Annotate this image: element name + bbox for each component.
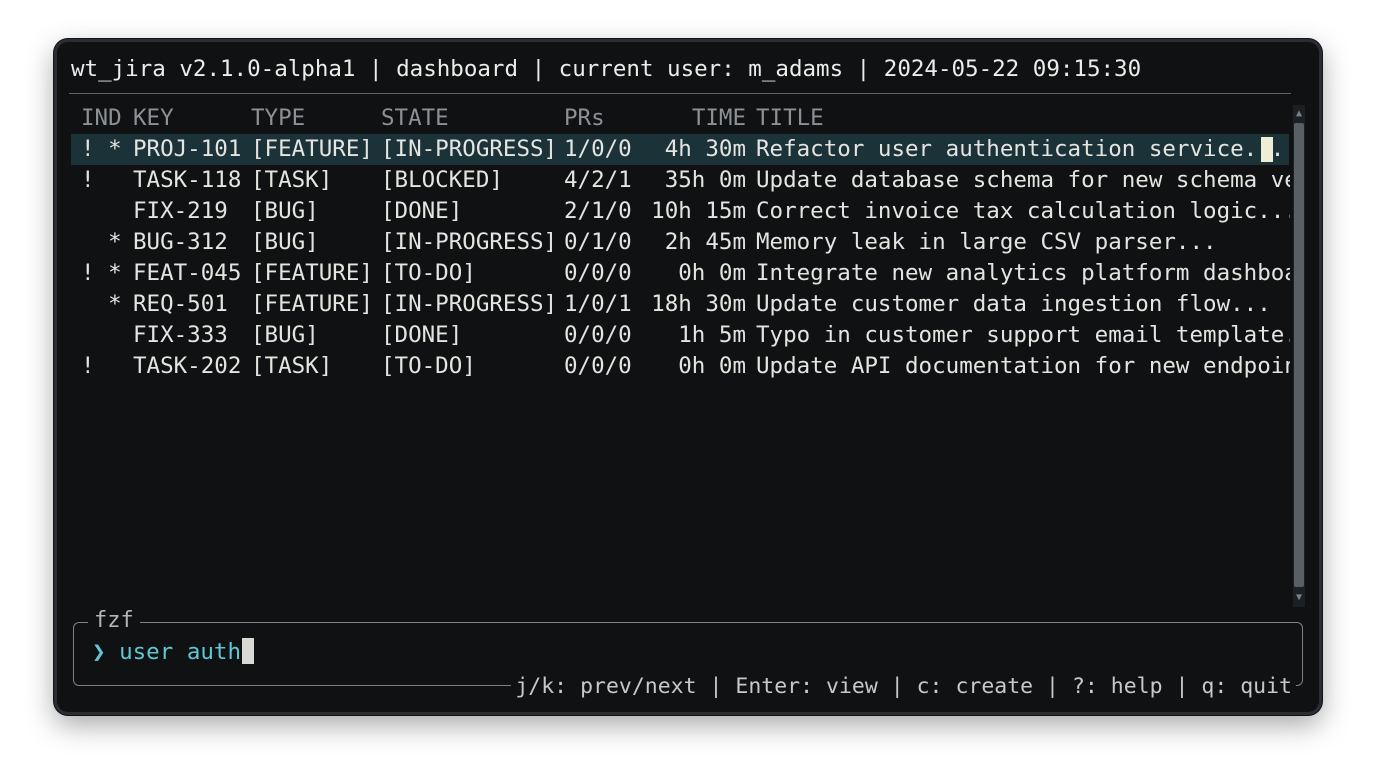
row-prs: 1/0/1 bbox=[564, 291, 632, 317]
row-title: Update API documentation for new endpoin… bbox=[756, 353, 1290, 379]
row-state: [DONE] bbox=[381, 198, 463, 224]
vertical-scrollbar[interactable]: ▲ ▼ bbox=[1293, 105, 1305, 607]
row-time: 4h 30m bbox=[664, 136, 746, 162]
row-state: [IN-PROGRESS] bbox=[381, 291, 558, 317]
row-time: 2h 45m bbox=[664, 229, 746, 255]
row-prs: 0/1/0 bbox=[564, 229, 632, 255]
row-title: Memory leak in large CSV parser... bbox=[756, 229, 1217, 255]
row-indicators: ! bbox=[81, 353, 95, 379]
row-state: [BLOCKED] bbox=[381, 167, 503, 193]
row-prs: 0/0/0 bbox=[564, 322, 632, 348]
terminal-window: wt_jira v2.1.0-alpha1 | dashboard | curr… bbox=[54, 39, 1322, 715]
row-type: [BUG] bbox=[251, 229, 319, 255]
header-divider bbox=[69, 93, 1291, 94]
table-row[interactable]: ! TASK-118 [TASK] [BLOCKED] 4/2/1 35h 0m… bbox=[71, 165, 1290, 196]
row-prs: 4/2/1 bbox=[564, 167, 632, 193]
column-header-state: STATE bbox=[381, 105, 449, 131]
scroll-up-arrow-icon[interactable]: ▲ bbox=[1293, 107, 1305, 121]
selection-cursor bbox=[1261, 137, 1273, 162]
column-header-ind: IND bbox=[81, 105, 122, 131]
fzf-finder-panel: fzf ❯ user auth j/k: prev/next | Enter: … bbox=[73, 608, 1303, 701]
row-indicators: ! bbox=[81, 167, 95, 193]
text-cursor bbox=[242, 638, 255, 664]
row-title: Typo in customer support email template.… bbox=[756, 322, 1290, 348]
row-state: [IN-PROGRESS] bbox=[381, 229, 558, 255]
row-prs: 1/0/0 bbox=[564, 136, 632, 162]
row-key: BUG-312 bbox=[133, 229, 228, 255]
row-key: PROJ-101 bbox=[133, 136, 242, 162]
row-key: REQ-501 bbox=[133, 291, 228, 317]
row-key: FEAT-045 bbox=[133, 260, 242, 286]
table-row[interactable]: ! TASK-202 [TASK] [TO-DO] 0/0/0 0h 0m Up… bbox=[71, 351, 1290, 382]
row-state: [TO-DO] bbox=[381, 353, 476, 379]
table-row[interactable]: * REQ-501 [FEATURE] [IN-PROGRESS] 1/0/1 … bbox=[71, 289, 1289, 320]
row-indicators: ! * bbox=[81, 136, 122, 162]
row-time: 18h 30m bbox=[651, 291, 746, 317]
row-indicators: * bbox=[81, 229, 122, 255]
column-header-title: TITLE bbox=[756, 105, 824, 131]
row-time: 0h 0m bbox=[678, 260, 746, 286]
row-indicators: * bbox=[81, 291, 122, 317]
row-type: [BUG] bbox=[251, 322, 319, 348]
row-title: Update database schema for new schema ve… bbox=[756, 167, 1290, 193]
keybinding-help: j/k: prev/next | Enter: view | c: create… bbox=[511, 673, 1296, 701]
table-row-selected[interactable]: ! * PROJ-101 [FEATURE] [IN-PROGRESS] 1/0… bbox=[71, 134, 1289, 165]
row-title: Refactor user authentication service... bbox=[756, 136, 1285, 162]
header-status-line: wt_jira v2.1.0-alpha1 | dashboard | curr… bbox=[71, 56, 1142, 82]
row-type: [FEATURE] bbox=[251, 291, 373, 317]
row-time: 0h 0m bbox=[678, 353, 746, 379]
issue-table: IND KEY TYPE STATE PRs TIME TITLE ! * PR… bbox=[71, 103, 1290, 382]
row-state: [TO-DO] bbox=[381, 260, 476, 286]
table-row[interactable]: FIX-333 [BUG] [DONE] 0/0/0 1h 5m Typo in… bbox=[71, 320, 1290, 351]
row-type: [TASK] bbox=[251, 353, 333, 379]
row-type: [FEATURE] bbox=[251, 260, 373, 286]
row-time: 1h 5m bbox=[678, 322, 746, 348]
row-key: TASK-202 bbox=[133, 353, 242, 379]
row-time: 10h 15m bbox=[651, 198, 746, 224]
row-title: Update customer data ingestion flow... bbox=[756, 291, 1271, 317]
row-type: [BUG] bbox=[251, 198, 319, 224]
table-row[interactable]: * BUG-312 [BUG] [IN-PROGRESS] 0/1/0 2h 4… bbox=[71, 227, 1289, 258]
row-prs: 0/0/0 bbox=[564, 260, 632, 286]
scrollbar-thumb[interactable] bbox=[1294, 123, 1304, 587]
row-type: [FEATURE] bbox=[251, 136, 373, 162]
column-header-time: TIME bbox=[691, 105, 746, 131]
row-key: TASK-118 bbox=[133, 167, 242, 193]
row-title: Correct invoice tax calculation logic... bbox=[756, 198, 1290, 224]
row-prs: 0/0/0 bbox=[564, 353, 632, 379]
row-key: FIX-219 bbox=[133, 198, 228, 224]
column-header-key: KEY bbox=[133, 105, 174, 131]
row-prs: 2/1/0 bbox=[564, 198, 632, 224]
fzf-query-text: user auth bbox=[119, 639, 242, 665]
row-indicators: ! * bbox=[81, 260, 122, 286]
row-time: 35h 0m bbox=[664, 167, 746, 193]
scroll-down-arrow-icon[interactable]: ▼ bbox=[1293, 591, 1305, 605]
row-state: [DONE] bbox=[381, 322, 463, 348]
row-state: [IN-PROGRESS] bbox=[381, 136, 558, 162]
row-title: Integrate new analytics platform dashboa… bbox=[756, 260, 1290, 286]
table-header-row: IND KEY TYPE STATE PRs TIME TITLE bbox=[71, 103, 1289, 134]
fzf-label: fzf bbox=[88, 608, 140, 634]
table-row[interactable]: ! * FEAT-045 [FEATURE] [TO-DO] 0/0/0 0h … bbox=[71, 258, 1290, 289]
fzf-search-input[interactable]: ❯ user auth bbox=[92, 637, 255, 667]
column-header-type: TYPE bbox=[251, 105, 306, 131]
column-header-prs: PRs bbox=[564, 105, 605, 131]
prompt-chevron-icon: ❯ bbox=[92, 639, 106, 665]
table-row[interactable]: FIX-219 [BUG] [DONE] 2/1/0 10h 15m Corre… bbox=[71, 196, 1290, 227]
row-key: FIX-333 bbox=[133, 322, 228, 348]
row-type: [TASK] bbox=[251, 167, 333, 193]
